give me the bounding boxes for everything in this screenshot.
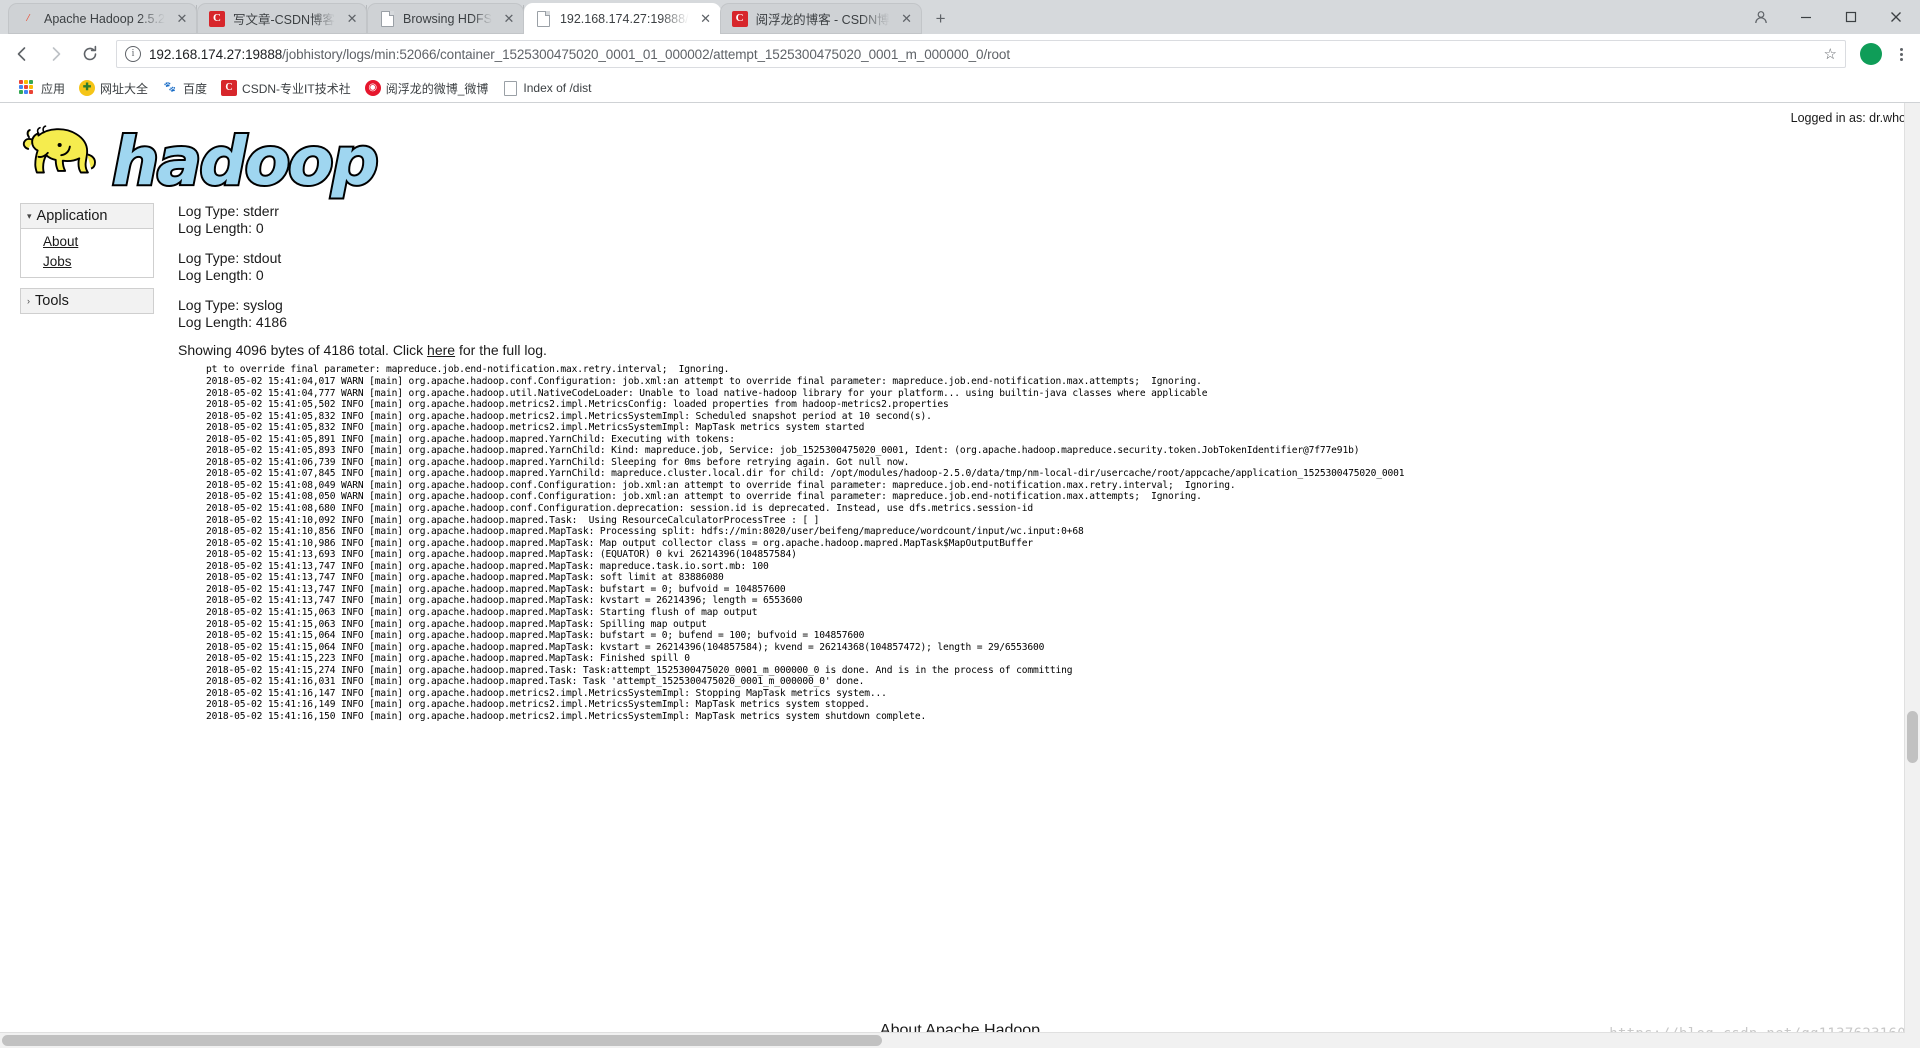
- address-bar[interactable]: i 192.168.174.27:19888/jobhistory/logs/m…: [116, 40, 1846, 68]
- sidebar-section-application: ▾ Application About Jobs: [20, 203, 154, 279]
- bookmark-star-icon[interactable]: ☆: [1824, 45, 1837, 63]
- bookmark-hao123[interactable]: ✚ 网址大全: [72, 77, 155, 99]
- log-length-stdout: Log Length: 0: [178, 267, 264, 284]
- tab-title: 写文章-CSDN博客: [232, 13, 336, 27]
- log-type-syslog: Log Type: syslog: [178, 297, 283, 314]
- url-path: /jobhistory/logs/min:52066/container_152…: [282, 46, 1010, 62]
- forward-button[interactable]: [42, 40, 70, 68]
- reload-button[interactable]: [76, 40, 104, 68]
- sidebar: ▾ Application About Jobs › Tools: [20, 203, 154, 324]
- sidebar-item-about[interactable]: About: [21, 232, 153, 252]
- hadoop-wordmark: hadoop: [110, 123, 381, 201]
- close-tab-icon[interactable]: ✕: [697, 10, 715, 28]
- page-favicon-icon: [379, 10, 395, 27]
- sidebar-item-jobs[interactable]: Jobs: [21, 252, 153, 272]
- hadoop-elephant-icon: [22, 125, 96, 174]
- page-viewport: Logged in as: dr.who hadoop ▾ Applicatio…: [0, 103, 1920, 1048]
- apps-grid-icon: [19, 80, 35, 96]
- weibo-icon: ◉: [364, 80, 381, 96]
- url-text: 192.168.174.27:19888/jobhistory/logs/min…: [149, 47, 1816, 62]
- page-icon: [502, 80, 518, 96]
- sidebar-section-tools: › Tools: [20, 288, 154, 315]
- site-logo[interactable]: hadoop: [0, 103, 1920, 201]
- hadoop-favicon-icon: /: [26, 12, 30, 24]
- back-button[interactable]: [8, 40, 36, 68]
- showing-bytes-notice: Showing 4096 bytes of 4186 total. Click …: [178, 342, 1920, 358]
- bookmark-csdn[interactable]: C CSDN-专业IT技术社: [214, 77, 358, 99]
- close-tab-icon[interactable]: ✕: [500, 10, 518, 28]
- tab-strip: / Apache Hadoop 2.5.2 ✕ C 写文章-CSDN博客 ✕ B…: [0, 0, 1920, 34]
- scrollbar-corner: [1905, 1033, 1920, 1048]
- tab-title: Apache Hadoop 2.5.2: [44, 11, 165, 26]
- showing-suffix: for the full log.: [455, 342, 547, 359]
- tab-title: Browsing HDFS: [403, 11, 492, 26]
- close-tab-icon[interactable]: ✕: [173, 10, 191, 28]
- page-info-icon[interactable]: i: [125, 46, 141, 62]
- syslog-text: pt to override final parameter: mapreduc…: [206, 364, 1405, 722]
- bookmark-label: 网址大全: [100, 81, 149, 96]
- bookmark-label: 百度: [183, 81, 208, 96]
- profile-avatar[interactable]: [1860, 43, 1882, 65]
- browser-window: / Apache Hadoop 2.5.2 ✕ C 写文章-CSDN博客 ✕ B…: [0, 0, 1920, 1048]
- full-log-link[interactable]: here: [427, 342, 455, 358]
- vertical-scrollbar-thumb[interactable]: [1907, 711, 1918, 763]
- maximize-button[interactable]: [1828, 1, 1873, 33]
- account-icon[interactable]: [1738, 1, 1783, 33]
- log-length-syslog: Log Length: 4186: [178, 314, 287, 331]
- bookmark-index-of-dist[interactable]: Index of /dist: [495, 77, 598, 99]
- sidebar-links: About Jobs: [21, 229, 153, 277]
- browser-toolbar: i 192.168.174.27:19888/jobhistory/logs/m…: [0, 34, 1920, 74]
- bookmark-weibo[interactable]: ◉ 阅浮龙的微博_微博: [358, 77, 496, 99]
- sidebar-section-title: Application: [36, 208, 108, 224]
- bookmark-label: 应用: [41, 81, 66, 96]
- browser-tab-2[interactable]: Browsing HDFS ✕: [367, 3, 524, 34]
- sidebar-section-header[interactable]: › Tools: [21, 289, 153, 314]
- log-type-stdout: Log Type: stdout: [178, 250, 282, 267]
- url-host: 192.168.174.27:19888: [149, 46, 283, 62]
- close-tab-icon[interactable]: ✕: [898, 10, 916, 28]
- new-tab-button[interactable]: +: [927, 4, 955, 32]
- tab-title: 阅浮龙的博客 - CSDN博: [755, 13, 890, 27]
- horizontal-scrollbar[interactable]: [0, 1032, 1905, 1048]
- page-favicon-icon: [536, 10, 552, 27]
- browser-tab-1[interactable]: C 写文章-CSDN博客 ✕: [196, 3, 368, 34]
- bookmark-apps[interactable]: 应用: [8, 77, 72, 99]
- minimize-button[interactable]: [1783, 1, 1828, 33]
- log-content: Log Type: stderr Log Length: 0 Log Type:…: [178, 203, 1920, 722]
- bookmark-label: 阅浮龙的微博_微博: [385, 81, 489, 96]
- csdn-favicon-icon: C: [208, 10, 225, 27]
- browser-tab-3-active[interactable]: 192.168.174.27:19888/ ✕: [523, 3, 721, 34]
- horizontal-scrollbar-thumb[interactable]: [2, 1035, 882, 1046]
- bookmark-baidu[interactable]: 🐾 百度: [155, 77, 214, 99]
- chevron-right-icon: ›: [27, 295, 30, 306]
- showing-prefix: Showing 4096 bytes of 4186 total. Click: [178, 342, 428, 359]
- browser-tab-4[interactable]: C 阅浮龙的博客 - CSDN博 ✕: [719, 3, 922, 34]
- baidu-icon: 🐾: [163, 82, 177, 93]
- sidebar-section-header[interactable]: ▾ Application: [21, 204, 153, 229]
- tab-title: 192.168.174.27:19888/: [559, 11, 689, 26]
- window-controls: [1738, 0, 1920, 34]
- vertical-scrollbar[interactable]: [1904, 103, 1920, 1033]
- close-tab-icon[interactable]: ✕: [343, 10, 361, 28]
- sidebar-section-title: Tools: [35, 293, 69, 310]
- log-type-stderr: Log Type: stderr: [178, 203, 279, 219]
- bookmark-label: Index of /dist: [523, 81, 592, 95]
- csdn-favicon-icon: C: [731, 10, 748, 27]
- csdn-icon: C: [221, 80, 238, 96]
- log-length-stderr: Log Length: 0: [178, 220, 264, 237]
- hao123-icon: ✚: [79, 80, 96, 96]
- chevron-down-icon: ▾: [27, 210, 32, 221]
- close-window-button[interactable]: [1873, 1, 1918, 33]
- hadoop-jobhistory-page: hadoop ▾ Application About Jobs › Tools …: [0, 103, 1920, 1022]
- bookmarks-bar: 应用 ✚ 网址大全 🐾 百度 C CSDN-专业IT技术社 ◉ 阅浮龙的微博_微…: [0, 74, 1920, 103]
- bookmark-label: CSDN-专业IT技术社: [242, 81, 351, 96]
- chrome-menu-button[interactable]: [1890, 47, 1912, 61]
- browser-tab-0[interactable]: / Apache Hadoop 2.5.2 ✕: [8, 3, 197, 34]
